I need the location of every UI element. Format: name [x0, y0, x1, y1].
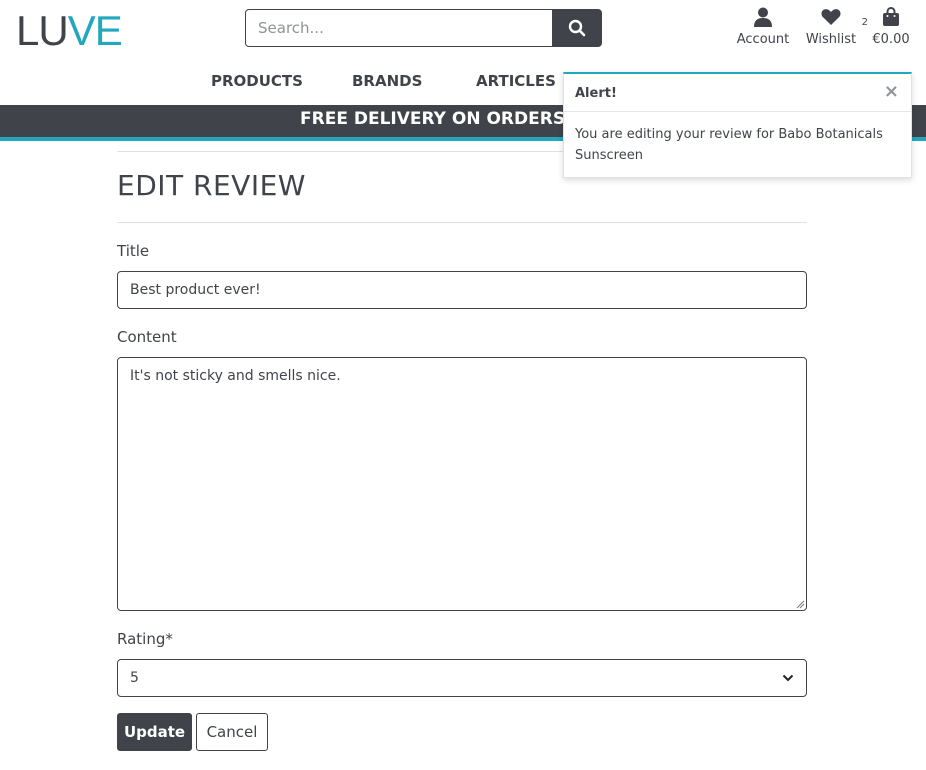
nav-brands[interactable]: BRANDS — [352, 72, 422, 90]
page-title: EDIT REVIEW — [117, 169, 306, 202]
content-text: It's not sticky and smells nice. — [130, 368, 341, 384]
header-icons: Account 2 Wishlist €0.00 — [0, 6, 926, 56]
content-textarea[interactable]: It's not sticky and smells nice. — [117, 357, 807, 611]
alert-toast: Alert! × You are editing your review for… — [563, 72, 912, 178]
title-label: Title — [117, 242, 150, 260]
toast-header: Alert! × — [564, 74, 911, 112]
account-link[interactable]: Account — [733, 6, 793, 47]
resize-grip-icon[interactable] — [795, 599, 805, 609]
divider — [117, 222, 807, 223]
user-icon — [754, 7, 772, 27]
heart-icon — [821, 9, 841, 25]
shopping-bag-icon — [883, 7, 899, 26]
update-button[interactable]: Update — [117, 713, 192, 751]
close-icon[interactable]: × — [884, 81, 899, 102]
wishlist-link[interactable]: 2 Wishlist — [803, 6, 868, 47]
account-label: Account — [736, 32, 790, 47]
content-label: Content — [117, 328, 177, 346]
bag-total: €0.00 — [872, 32, 910, 47]
wishlist-label: Wishlist — [805, 32, 857, 47]
chevron-down-icon — [782, 674, 794, 682]
cancel-button[interactable]: Cancel — [196, 713, 268, 751]
toast-title: Alert! — [575, 86, 617, 101]
toast-message: You are editing your review for Babo Bot… — [575, 127, 883, 163]
rating-select[interactable]: 5 — [117, 659, 807, 697]
rating-label: Rating* — [117, 630, 173, 648]
nav-products[interactable]: PRODUCTS — [211, 72, 303, 90]
bag-link[interactable]: €0.00 — [866, 6, 916, 47]
title-input[interactable] — [117, 271, 807, 309]
rating-value: 5 — [130, 670, 139, 686]
nav-articles[interactable]: ARTICLES — [476, 72, 556, 90]
